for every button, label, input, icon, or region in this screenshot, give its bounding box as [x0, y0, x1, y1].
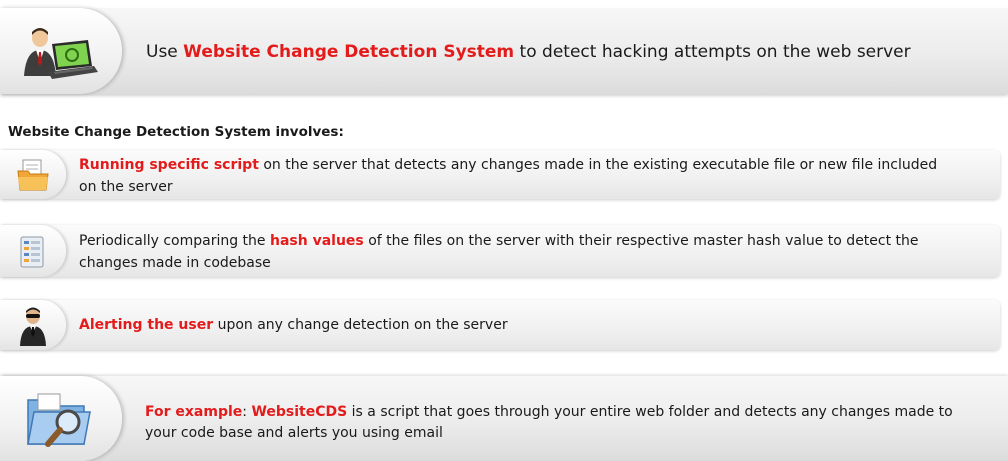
row-text: Alerting the user upon any change detect…: [79, 314, 508, 336]
row-text-line2: changes made in codebase: [79, 255, 271, 271]
banner-text-post: to detect hacking attempts on the web se…: [514, 42, 911, 62]
row-text: Running specific script on the server th…: [79, 154, 937, 198]
example-highlight: WebsiteCDS: [251, 404, 348, 420]
list-item: Alerting the user upon any change detect…: [0, 300, 1000, 350]
example-text-line1: is a script that goes through your entir…: [347, 404, 953, 420]
section-heading: Website Change Detection System involves…: [8, 124, 344, 140]
user-laptop-icon: [24, 28, 98, 79]
row-highlight: hash values: [269, 233, 364, 249]
banner-highlight: Website Change Detection System: [183, 42, 515, 62]
banner-text-pre: Use: [146, 42, 184, 62]
row-text-line1: upon any change detection on the server: [213, 317, 508, 333]
agent-icon: [20, 307, 46, 346]
banner-text: Use Website Change Detection System to d…: [146, 42, 911, 62]
document-list-icon: [20, 236, 44, 268]
example-label: For example: [145, 404, 243, 420]
folder-files-icon: [17, 159, 49, 191]
row-icon-tab: [0, 225, 66, 277]
row-text-line2: on the server: [79, 179, 173, 195]
example-text-line2: your code base and alerts you using emai…: [145, 425, 443, 441]
row-icon-tab: [0, 150, 66, 199]
row-highlight: Running specific script: [79, 157, 259, 173]
row-text-pre: Periodically comparing the: [79, 233, 270, 249]
row-highlight: Alerting the user: [79, 317, 214, 333]
example-banner: For example: WebsiteCDS is a script that…: [0, 376, 1008, 461]
row-text-line1: of the files on the server with their re…: [363, 233, 919, 249]
example-icon-tab: [0, 376, 122, 461]
example-text: For example: WebsiteCDS is a script that…: [145, 402, 953, 444]
list-item: Periodically comparing the hash values o…: [0, 225, 1000, 277]
banner-icon-tab: [0, 8, 122, 94]
row-text-line1: on the server that detects any changes m…: [258, 157, 938, 173]
intro-banner: Use Website Change Detection System to d…: [0, 8, 1008, 94]
list-item: Running specific script on the server th…: [0, 150, 1000, 199]
row-text: Periodically comparing the hash values o…: [79, 230, 919, 274]
row-icon-tab: [0, 300, 66, 350]
folder-search-icon: [27, 393, 91, 447]
